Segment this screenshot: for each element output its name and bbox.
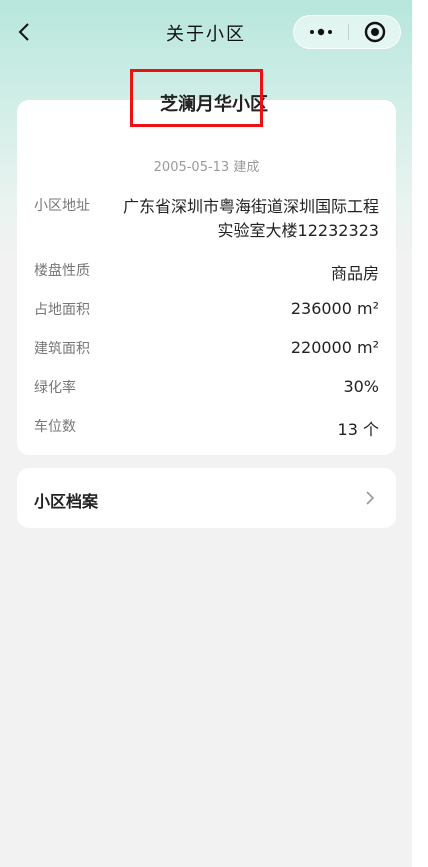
built-date: 2005-05-13 建成 [153,160,260,175]
detail-label: 楼盘性质 [34,263,90,279]
detail-row-address: 小区地址 广东省深圳市粤海街道深圳国际工程实验室大楼12232323 [34,195,379,245]
detail-row-green-rate: 绿化率 30% [34,377,379,401]
detail-value: 广东省深圳市粤海街道深圳国际工程实验室大楼12232323 [122,197,379,240]
detail-label: 小区地址 [34,198,90,214]
mini-program-capsule [293,15,401,49]
more-dots-icon [310,28,332,36]
detail-value: 商品房 [330,264,379,283]
detail-row-building-area: 建筑面积 220000 m² [34,338,379,362]
chevron-right-icon [366,491,375,505]
close-button[interactable] [349,16,401,48]
detail-value: 236000 m² [290,299,379,318]
detail-value: 30% [343,377,379,396]
detail-value: 13 个 [337,420,379,439]
more-button[interactable] [294,16,348,48]
archive-title: 小区档案 [34,492,99,511]
detail-row-land-area: 占地面积 236000 m² [34,299,379,323]
detail-label: 绿化率 [34,380,76,396]
highlight-box [130,69,263,127]
detail-row-parking: 车位数 13 个 [34,416,379,440]
detail-row-property-type: 楼盘性质 商品房 [34,260,379,284]
detail-value: 220000 m² [290,338,379,357]
navigation-bar: 关于小区 [0,0,412,64]
community-archive-item[interactable]: 小区档案 [17,468,396,528]
detail-label: 占地面积 [34,302,90,318]
target-circle-icon [364,21,386,43]
scrollbar-track [412,0,428,867]
detail-label: 建筑面积 [34,341,90,357]
detail-label: 车位数 [34,419,76,435]
